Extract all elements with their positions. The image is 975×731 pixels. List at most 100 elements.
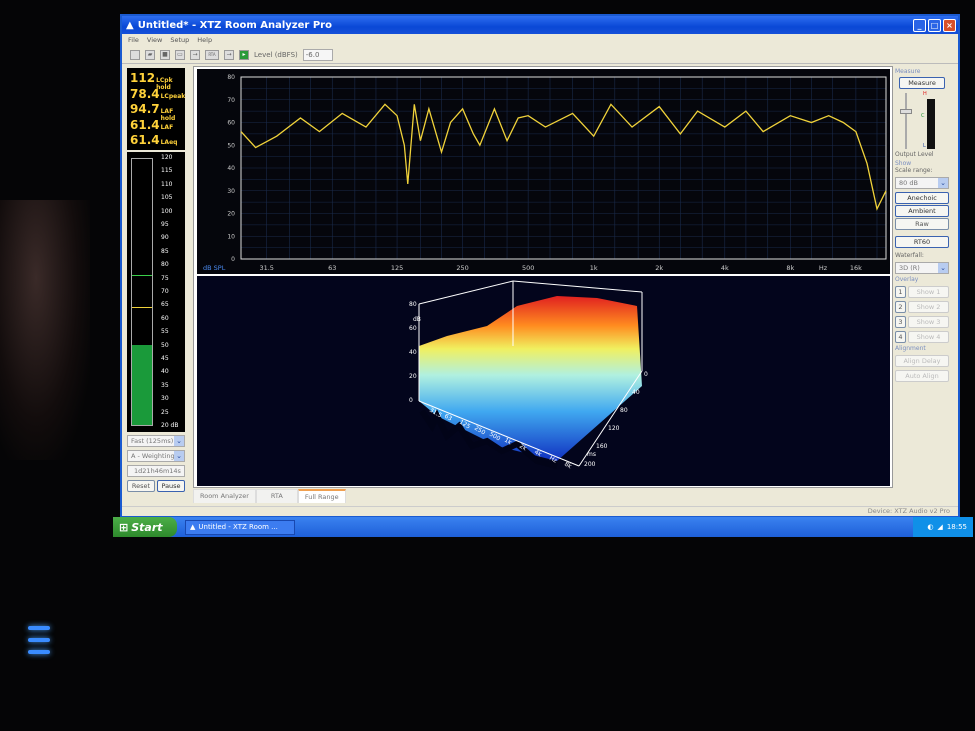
menu-view[interactable]: View [147, 36, 162, 44]
menu-file[interactable]: File [128, 36, 139, 44]
frequency-response-svg: 80 70 60 50 40 30 20 10 0 31.5 63 125 250 500 1k 2k 4k 8k… [203, 74, 887, 272]
scale-range-select[interactable]: 80 dB ⌄ [895, 177, 949, 189]
meter-tick-label: 120 [161, 154, 173, 161]
meter-tick-label: 95 [161, 221, 169, 228]
app-logo-icon: ▲ [190, 523, 196, 531]
scale-range-label: Scale range: [895, 167, 933, 174]
laptop-status-leds [28, 626, 50, 662]
overlay-show-button[interactable]: Show 4 [908, 331, 949, 343]
save-icon[interactable]: ■ [160, 49, 170, 60]
chevron-down-icon: ⌄ [938, 178, 948, 188]
level-input[interactable]: -6.0 [302, 48, 333, 61]
meter-tick-label: 100 [161, 207, 173, 215]
windows-logo-icon: ⊞ [119, 520, 129, 534]
frequency-response-chart: 80 70 60 50 40 30 20 10 0 31.5 63 125 250 500 1k 2k 4k 8k… [197, 69, 890, 274]
window-title: Untitled* - XTZ Room Analyzer Pro [137, 19, 332, 31]
overlay-number-button[interactable]: 4 [895, 331, 906, 343]
toolbar: ▰ ■ ▭ → RTA → ▸ Level (dBFS) -6.0 [122, 46, 958, 64]
y-axis-label: dB SPL [203, 264, 226, 272]
meter-scale: 120 115 110 105 100 95 90 85 80 75 70 65 60 55 50 45 40 3… [157, 152, 183, 432]
rt60-button[interactable]: RT60 [895, 236, 949, 248]
overlay-row: 1 Show 1 [895, 286, 949, 298]
menu-setup[interactable]: Setup [170, 36, 189, 44]
raw-button[interactable]: Raw [895, 218, 949, 230]
overlay-number-button[interactable]: 3 [895, 316, 906, 328]
network-icon[interactable]: ◐ [927, 523, 933, 531]
y-tick-label: 80 [620, 407, 628, 414]
y-tick-label: 70 [227, 97, 235, 104]
overlay-show-button[interactable]: Show 1 [908, 286, 949, 298]
eti-icon[interactable]: → [224, 49, 234, 60]
tab-room-analyzer[interactable]: Room Analyzer [193, 489, 256, 503]
meter-marker [132, 275, 152, 277]
measure-group-label: Measure [895, 68, 921, 75]
meter-tick-label: 25 [161, 408, 169, 416]
reset-button[interactable]: Reset [127, 480, 155, 492]
elapsed-time: 1d21h46m14s [127, 465, 185, 477]
align-delay-button[interactable]: Align Delay [895, 355, 949, 367]
app-logo-icon: ▲ [126, 19, 134, 31]
pause-button[interactable]: Pause [157, 480, 185, 492]
weighting-select[interactable]: A - Weighting ⌄ [127, 450, 185, 462]
output-level-slider[interactable] [900, 109, 912, 114]
z-tick-label: 80 [409, 301, 417, 308]
y-tick-label: 30 [227, 188, 235, 195]
z-tick-label: 20 [409, 373, 417, 380]
overlay-show-button[interactable]: Show 3 [908, 316, 949, 328]
auto-align-button[interactable]: Auto Align [895, 370, 949, 382]
clock: 18:55 [946, 523, 967, 531]
close-button[interactable]: × [943, 18, 956, 32]
y-tick-label: 120 [608, 425, 620, 432]
alignment-group-label: Alignment [895, 345, 926, 352]
overlay-number-button[interactable]: 2 [895, 301, 906, 313]
level-meter: 120 115 110 105 100 95 90 85 80 75 70 65 60 55 50 45 40 3… [127, 152, 185, 432]
taskbar-item-app[interactable]: ▲ Untitled - XTZ Room ... [185, 519, 295, 535]
ambient-button[interactable]: Ambient [895, 205, 949, 217]
x-tick-label: 4k [721, 264, 729, 272]
y-axis-label: ms [587, 451, 596, 458]
x-tick-label: 8k [563, 461, 573, 471]
analyzer-view: 80 70 60 50 40 30 20 10 0 31.5 63 125 250 500 1k 2k 4k 8k… [193, 66, 893, 488]
view-tabs: Room Analyzer RTA Full Range [193, 489, 346, 503]
run-icon[interactable]: ▸ [239, 49, 249, 60]
background-glow [0, 200, 90, 460]
tab-full-range[interactable]: Full Range [297, 489, 346, 503]
response-select[interactable]: Fast (125ms) ⌄ [127, 435, 185, 447]
overlay-group-label: Overlay [895, 276, 919, 283]
meter-mark-clip: C [921, 113, 925, 119]
maximize-button[interactable]: □ [928, 18, 941, 32]
meter-tick-label: 70 [161, 288, 169, 295]
arrow-icon[interactable]: → [190, 49, 200, 60]
overlay-number-button[interactable]: 1 [895, 286, 906, 298]
waterfall-svg: 80604020031.5 63125250500 1k2k4kHz8k040801… [409, 280, 648, 471]
overlay-row: 4 Show 4 [895, 331, 949, 343]
system-tray: ◐ ◢ 18:55 [913, 517, 973, 537]
waterfall-chart: 80 60 40 20 0 31.5 63 125 250 500 1k 2k 4k Hz 8k 0 40 80 1… [197, 276, 890, 486]
open-icon[interactable]: ▰ [145, 49, 155, 60]
overlay-row: 2 Show 2 [895, 301, 949, 313]
print-icon[interactable]: ▭ [175, 49, 185, 60]
overlay-show-button[interactable]: Show 2 [908, 301, 949, 313]
waterfall-select[interactable]: 3D (R) ⌄ [895, 262, 949, 274]
menu-help[interactable]: Help [197, 36, 212, 44]
new-icon[interactable] [130, 49, 140, 60]
anechoic-button[interactable]: Anechoic [895, 192, 949, 204]
rta-icon[interactable]: RTA [205, 49, 219, 60]
readout-laeq: 61.4 LAeq [130, 133, 178, 147]
chevron-down-icon: ⌄ [174, 451, 184, 461]
y-tick-label: 80 [227, 74, 235, 81]
menu-bar: File View Setup Help [122, 34, 958, 46]
status-bar: Device: XTZ Audio v2 Pro [122, 506, 958, 516]
tab-rta[interactable]: RTA [255, 489, 298, 503]
right-panel: Measure Measure H C L Output Level Show … [895, 66, 949, 496]
y-tick-label: 40 [632, 389, 640, 396]
z-tick-label: 40 [409, 349, 417, 356]
meter-tick-label: 65 [161, 301, 169, 309]
meter-tick-label: 90 [161, 234, 169, 242]
minimize-button[interactable]: _ [913, 18, 926, 32]
measure-button[interactable]: Measure [899, 77, 945, 89]
meter-tick-label: 55 [161, 328, 169, 336]
speaker-icon[interactable]: ◢ [937, 523, 942, 531]
start-button[interactable]: ⊞ Start [113, 517, 177, 537]
taskbar: ⊞ Start ▲ Untitled - XTZ Room ... ◐ ◢ 18:55 [113, 517, 973, 537]
